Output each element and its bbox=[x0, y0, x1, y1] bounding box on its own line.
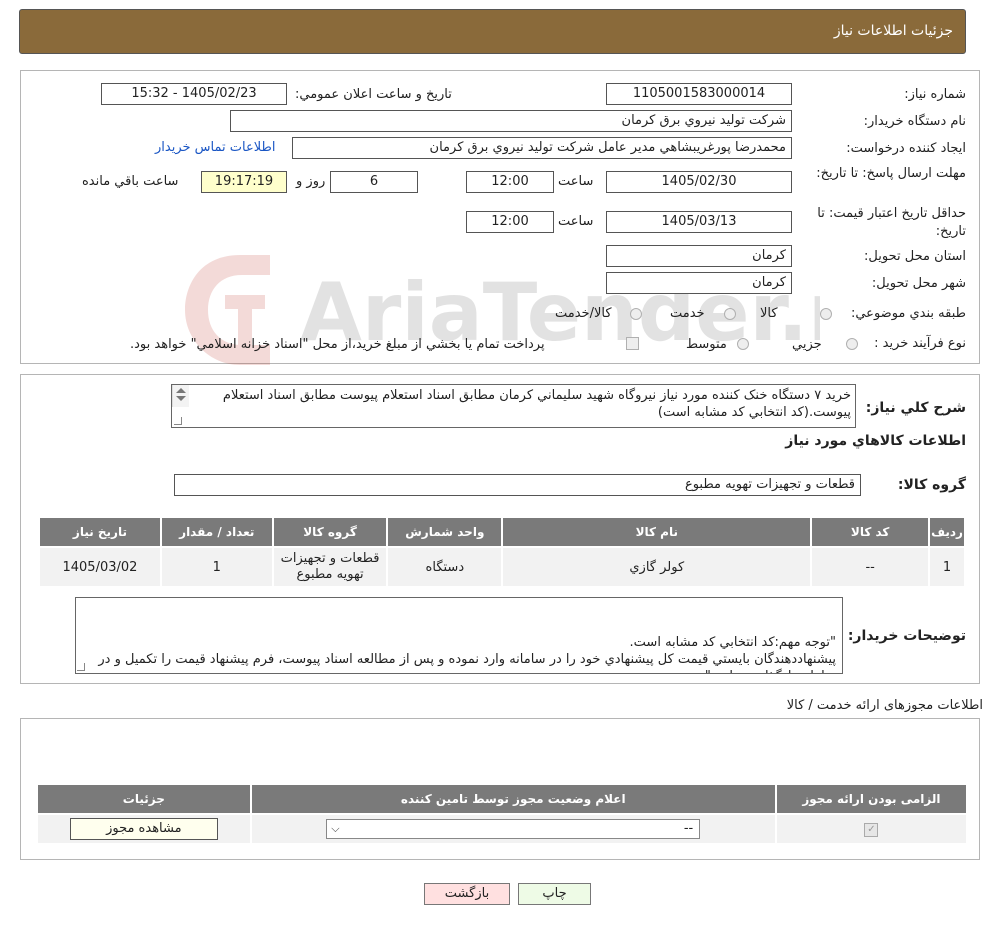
remaining-time-label: ساعت باقي مانده bbox=[82, 174, 179, 189]
announce-datetime-label: تاريخ و ساعت اعلان عمومي: bbox=[295, 87, 452, 102]
category-option-service: خدمت bbox=[670, 306, 705, 321]
treasury-note: پرداخت تمام يا بخشي از مبلغ خريد،از محل … bbox=[130, 337, 545, 352]
col-permit-status: اعلام وضعيت مجوز توسط تامين کننده bbox=[249, 783, 777, 815]
price-time-label: ساعت bbox=[558, 214, 594, 229]
goods-group-label: گروه كالا: bbox=[897, 477, 966, 493]
need-number-label: شماره نياز: bbox=[904, 87, 966, 102]
price-validity-label: حداقل تاريخ اعتبار قيمت: تا تاريخ: bbox=[817, 206, 966, 239]
reply-time-label: ساعت bbox=[558, 174, 594, 189]
category-radio-goods-service[interactable] bbox=[630, 308, 642, 320]
cell-date: 1405/03/02 bbox=[38, 546, 162, 588]
price-validity-time-field: 12:00 bbox=[466, 211, 554, 233]
province-label: استان محل تحويل: bbox=[864, 249, 966, 264]
permit-required-cell: ✓ bbox=[774, 813, 969, 845]
col-permit-required: الزامی بودن ارائه مجوز bbox=[774, 783, 969, 815]
print-button[interactable]: چاپ bbox=[518, 883, 591, 905]
process-option-minor: جزيي bbox=[792, 337, 822, 352]
goods-table: رديف كد كالا نام كالا واحد شمارش گروه كا… bbox=[38, 516, 966, 588]
cell-unit: دستگاه bbox=[386, 546, 504, 588]
col-name: نام كالا bbox=[501, 516, 813, 548]
remaining-time-field: 19:17:19 bbox=[201, 171, 287, 193]
price-validity-date-field: 1405/03/13 bbox=[606, 211, 792, 233]
description-scrollbar[interactable] bbox=[172, 385, 189, 407]
description-label: شرح كلي نياز: bbox=[865, 400, 966, 416]
permit-required-checkbox: ✓ bbox=[864, 823, 879, 837]
view-permit-button[interactable]: مشاهده مجوز bbox=[69, 818, 218, 840]
col-row: رديف bbox=[928, 516, 966, 548]
city-field: كرمان bbox=[606, 272, 792, 294]
category-label: طبقه بندي موضوعي: bbox=[850, 306, 966, 321]
page-title: جزئيات اطلاعات نياز bbox=[833, 23, 953, 39]
cell-name: كولر گازي bbox=[501, 546, 813, 588]
permits-table-header: الزامی بودن ارائه مجوز اعلام وضعيت مجوز … bbox=[36, 783, 969, 815]
col-permit-details: جزئيات bbox=[36, 783, 252, 815]
buyer-notes-text: "توجه مهم:کد انتخابي کد مشابه است. پيشنه… bbox=[98, 635, 836, 673]
reply-date-field: 1405/02/30 bbox=[606, 171, 792, 193]
description-text: خريد ۷ دستگاه خنک کننده مورد نياز نيروگا… bbox=[222, 388, 851, 420]
category-radio-goods[interactable] bbox=[820, 308, 832, 320]
permits-table: الزامی بودن ارائه مجوز اعلام وضعيت مجوز … bbox=[36, 783, 969, 845]
goods-group-field: قطعات و تجهيزات تهويه مطبوع bbox=[174, 474, 861, 496]
col-qty: تعداد / مقدار bbox=[159, 516, 274, 548]
cell-row: 1 bbox=[928, 546, 966, 588]
province-field: كرمان bbox=[606, 245, 792, 267]
reply-deadline-label: مهلت ارسال پاسخ: تا تاريخ: bbox=[816, 166, 966, 181]
col-unit: واحد شمارش bbox=[386, 516, 504, 548]
col-date: تاريخ نياز bbox=[38, 516, 162, 548]
process-option-medium: متوسط bbox=[686, 337, 727, 352]
buyer-org-label: نام دستگاه خريدار: bbox=[863, 114, 966, 129]
goods-section-title: اطلاعات كالاهاي مورد نياز bbox=[785, 433, 966, 449]
resize-grip-icon[interactable] bbox=[174, 417, 182, 425]
permit-status-select[interactable]: -- ⌵ bbox=[326, 819, 701, 839]
creator-label: ايجاد كننده درخواست: bbox=[846, 141, 966, 156]
process-radio-medium[interactable] bbox=[737, 338, 749, 350]
permit-status-cell: -- ⌵ bbox=[249, 813, 777, 845]
back-button[interactable]: بازگشت bbox=[424, 883, 510, 905]
buyer-contact-link[interactable]: اطلاعات تماس خريدار bbox=[155, 140, 275, 155]
reply-time-field: 12:00 bbox=[466, 171, 554, 193]
cell-qty: 1 bbox=[159, 546, 274, 588]
goods-table-header: رديف كد كالا نام كالا واحد شمارش گروه كا… bbox=[38, 516, 966, 548]
days-label: روز و bbox=[296, 174, 326, 189]
buyer-org-field: شركت توليد نيروي برق كرمان bbox=[230, 110, 792, 132]
buyer-notes-textarea[interactable]: "توجه مهم:کد انتخابي کد مشابه است. پيشنه… bbox=[75, 597, 843, 674]
process-type-label: نوع فرآيند خريد : bbox=[874, 336, 966, 351]
need-number-field: 1105001583000014 bbox=[606, 83, 792, 105]
days-field: 6 bbox=[330, 171, 418, 193]
category-option-goods: كالا bbox=[760, 306, 778, 321]
permit-status-value: -- bbox=[683, 821, 694, 836]
category-radio-service[interactable] bbox=[724, 308, 736, 320]
city-label: شهر محل تحويل: bbox=[871, 276, 966, 291]
cell-group: قطعات و تجهيزات تهويه مطبوع bbox=[271, 546, 389, 588]
permit-details-cell: مشاهده مجوز bbox=[36, 813, 252, 845]
category-option-goods-service: كالا/خدمت bbox=[555, 306, 612, 321]
page-header: جزئيات اطلاعات نياز bbox=[19, 9, 966, 54]
permits-section-title: اطلاعات مجوزهای ارائه خدمت / کالا bbox=[786, 698, 983, 713]
announce-datetime-field: 1405/02/23 - 15:32 bbox=[101, 83, 287, 105]
table-row: 1 -- كولر گازي دستگاه قطعات و تجهيزات ته… bbox=[38, 546, 966, 588]
col-code: كد كالا bbox=[810, 516, 931, 548]
creator-field: محمدرضا پورغريبشاهي مدير عامل شركت توليد… bbox=[292, 137, 792, 159]
scroll-up-icon[interactable] bbox=[176, 388, 186, 393]
process-radio-minor[interactable] bbox=[846, 338, 858, 350]
cell-code: -- bbox=[810, 546, 931, 588]
permit-row: ✓ -- ⌵ مشاهده مجوز bbox=[36, 813, 969, 845]
description-textarea[interactable]: خريد ۷ دستگاه خنک کننده مورد نياز نيروگا… bbox=[171, 384, 856, 428]
buyer-notes-label: توضيحات خريدار: bbox=[847, 628, 966, 644]
col-group: گروه كالا bbox=[271, 516, 389, 548]
scroll-down-icon[interactable] bbox=[176, 396, 186, 401]
chevron-down-icon: ⌵ bbox=[331, 822, 340, 835]
notes-resize-grip-icon[interactable] bbox=[77, 663, 85, 671]
treasury-checkbox[interactable] bbox=[626, 337, 639, 350]
